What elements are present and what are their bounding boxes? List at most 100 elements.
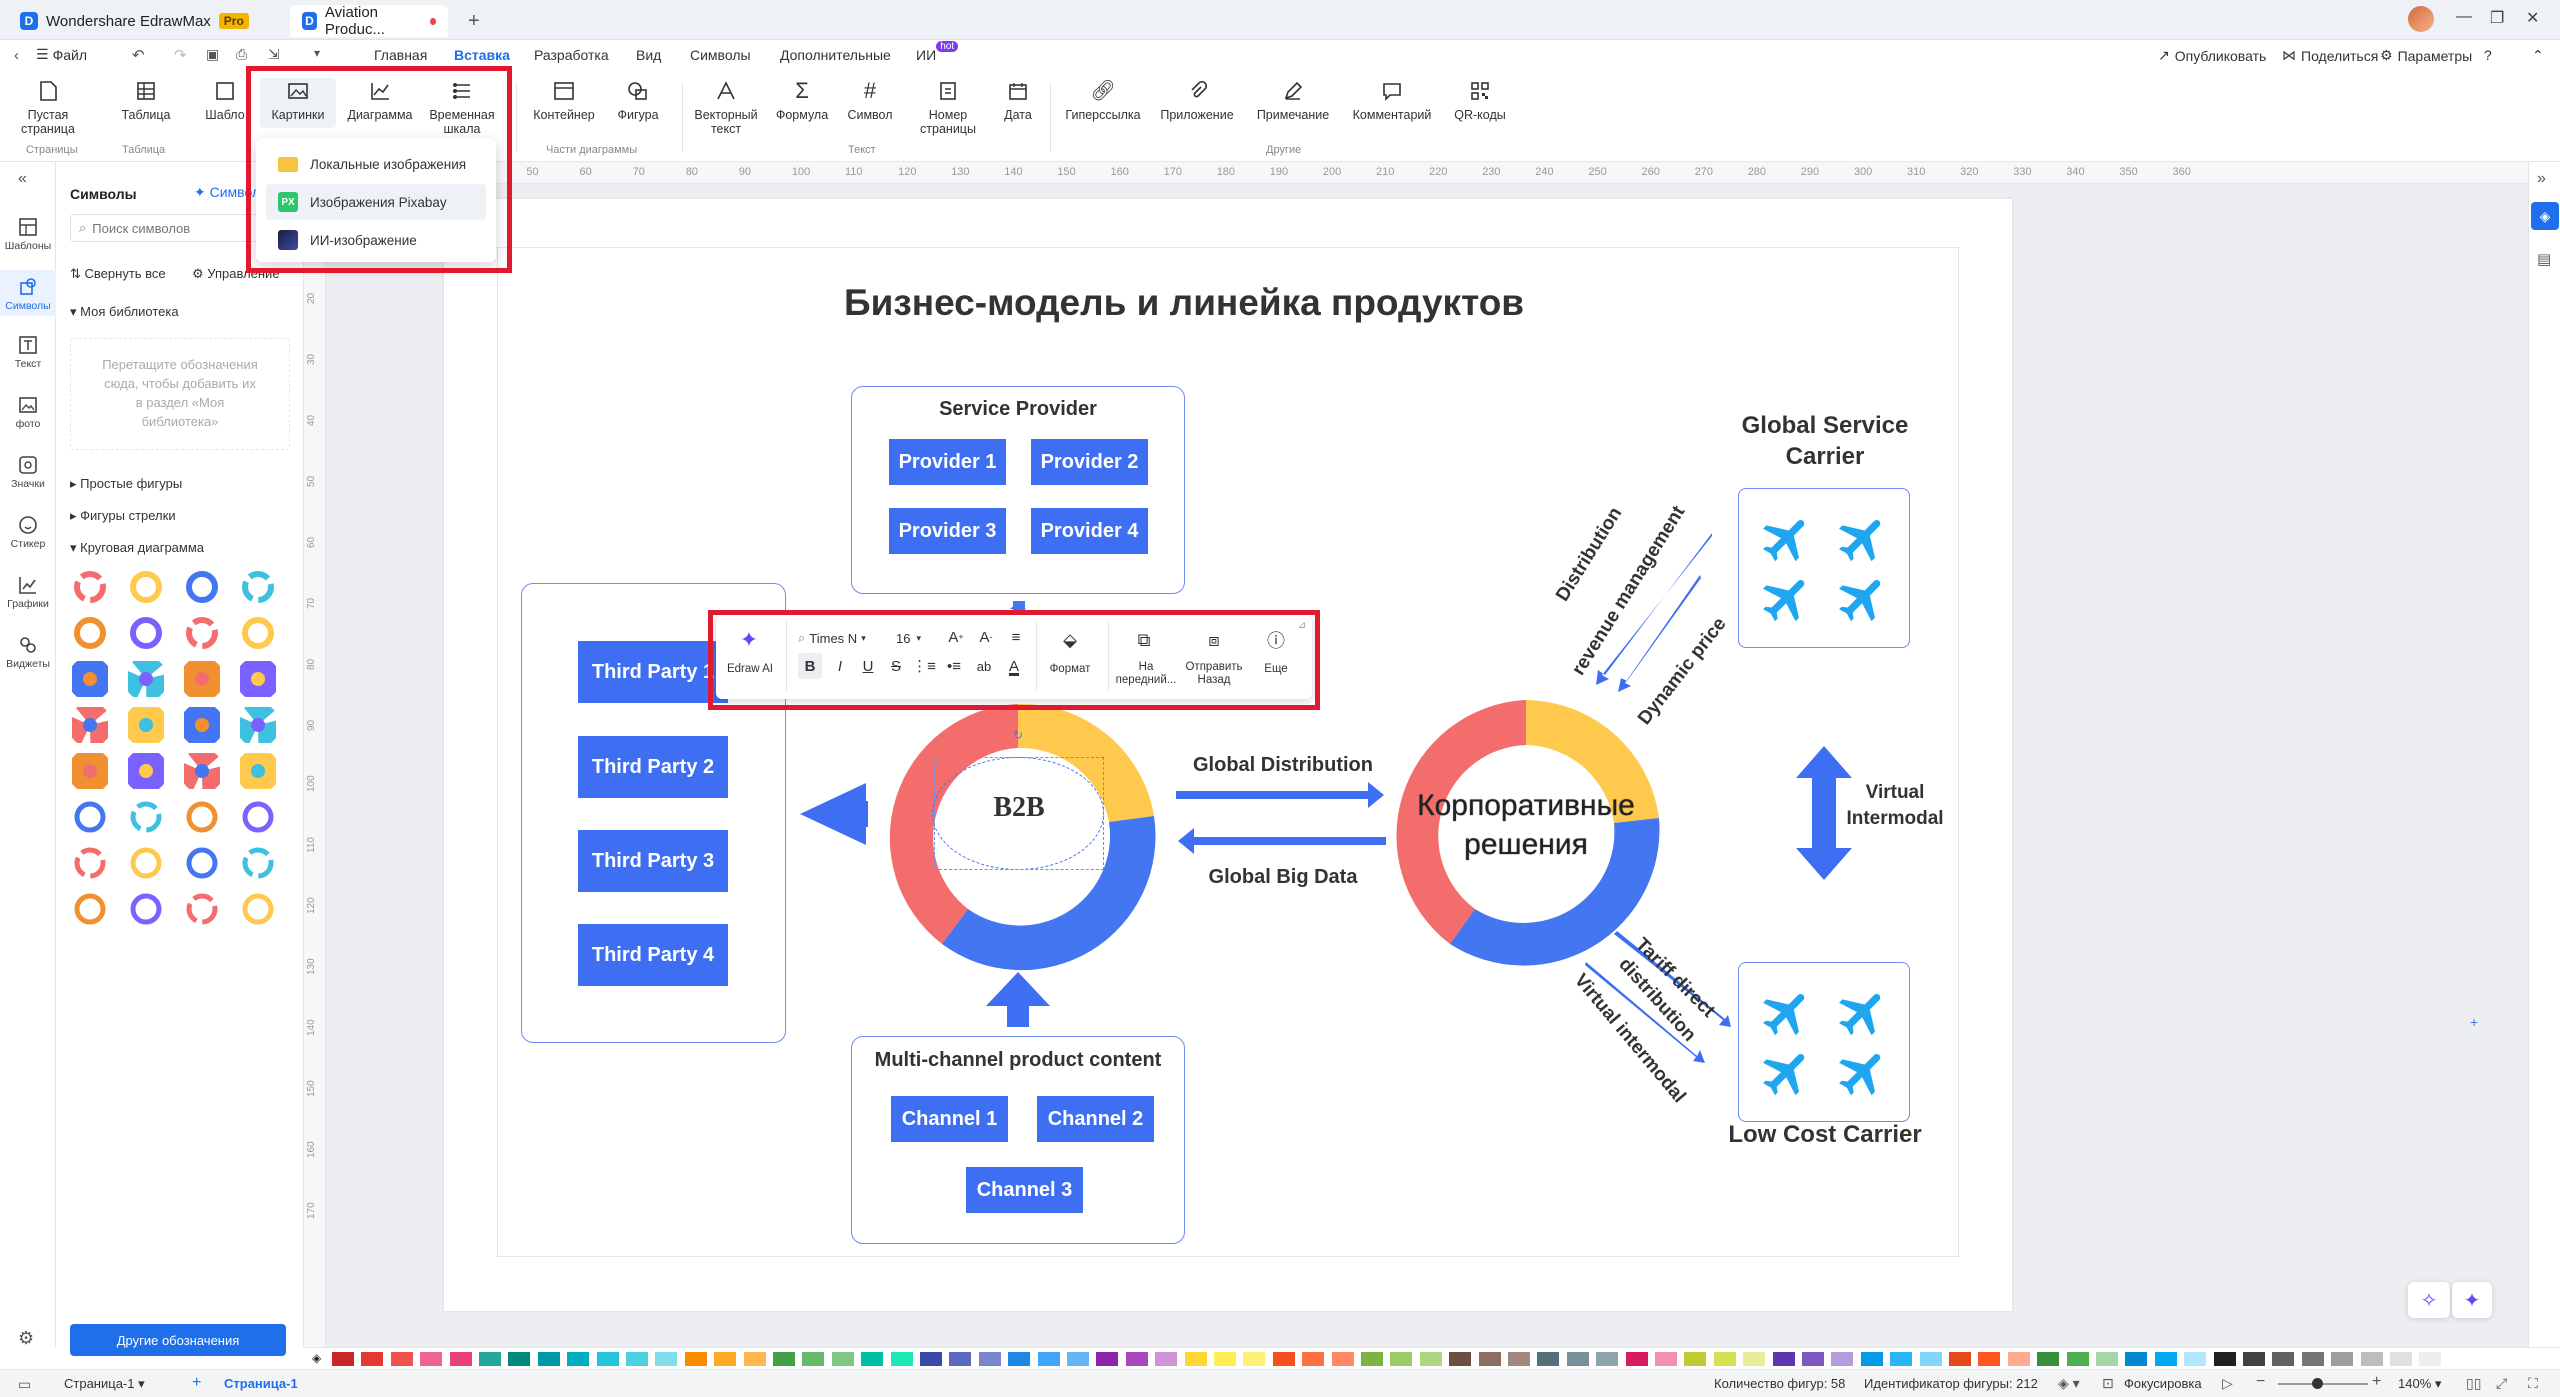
airplane-icon[interactable] [1758,570,1816,633]
color-swatch[interactable] [1596,1352,1619,1366]
color-swatch[interactable] [596,1352,619,1366]
color-swatch[interactable] [861,1352,884,1366]
ai-assist-icon[interactable]: ✧ [2408,1282,2450,1318]
color-swatch[interactable] [1537,1352,1560,1366]
color-swatch[interactable] [1655,1352,1677,1366]
color-swatch[interactable] [1155,1352,1178,1366]
zoom-level[interactable]: 140% ▾ [2398,1376,2441,1392]
color-swatch[interactable] [1831,1352,1854,1366]
color-swatch[interactable] [684,1352,707,1366]
color-swatch[interactable] [2331,1352,2354,1366]
color-swatch[interactable] [2184,1352,2207,1366]
color-swatch[interactable] [2243,1352,2265,1366]
ai-sparkle-icon[interactable]: ✦ [2452,1282,2492,1318]
page-select[interactable]: Страница-1 ▾ [64,1376,145,1392]
color-swatch[interactable] [1184,1352,1207,1366]
color-swatch[interactable] [1978,1352,2001,1366]
airplane-icon[interactable] [1834,1044,1892,1107]
color-swatch[interactable] [2125,1352,2148,1366]
color-swatch[interactable] [1508,1352,1530,1366]
color-swatch[interactable] [420,1352,443,1366]
airplane-icon[interactable] [1758,1044,1816,1107]
style-panel-icon[interactable]: ◈ [2531,202,2559,230]
zoom-out-icon[interactable]: − [2256,1373,2265,1391]
color-swatch[interactable] [2066,1352,2089,1366]
color-swatch[interactable] [1214,1352,1236,1366]
layers-icon[interactable]: ◈ ▾ [2058,1375,2080,1392]
color-swatch[interactable] [1684,1352,1707,1366]
color-swatch[interactable] [332,1352,354,1366]
color-swatch[interactable] [1361,1352,1383,1366]
low-cost-carrier-label[interactable]: Low Cost Carrier [1720,1119,1930,1150]
global-big-data-label[interactable]: Global Big Data [1176,866,1390,889]
color-swatch[interactable] [390,1352,413,1366]
page-tab-active[interactable]: Страница-1 [224,1376,298,1391]
color-swatch[interactable] [949,1352,972,1366]
color-swatch[interactable] [1302,1352,1325,1366]
color-swatch[interactable] [2390,1352,2412,1366]
color-swatch[interactable] [1772,1352,1795,1366]
zoom-slider-handle[interactable] [2312,1378,2323,1389]
color-swatch[interactable] [920,1352,942,1366]
color-swatch[interactable] [655,1352,678,1366]
color-swatch[interactable] [773,1352,795,1366]
expand-panel-icon[interactable]: » [2537,170,2546,188]
play-icon[interactable]: ▷ [2222,1375,2233,1392]
color-swatch[interactable] [479,1352,501,1366]
color-swatch[interactable] [1419,1352,1442,1366]
color-swatch[interactable] [1331,1352,1354,1366]
color-swatch[interactable] [1625,1352,1648,1366]
fullscreen-icon[interactable]: ⛶ [2528,1375,2538,1392]
color-swatch[interactable] [1919,1352,1942,1366]
global-service-carrier-label[interactable]: Global Service Carrier [1720,410,1930,472]
color-swatch[interactable] [1860,1352,1883,1366]
fit-page-icon[interactable]: ⤢ [2496,1375,2507,1392]
color-swatch[interactable] [2037,1352,2060,1366]
airplane-icon[interactable] [1758,984,1816,1047]
airplane-icon[interactable] [1834,510,1892,573]
color-swatch[interactable] [1713,1352,1736,1366]
color-swatch[interactable] [714,1352,737,1366]
color-swatch[interactable] [2272,1352,2295,1366]
virtual-intermodal-label[interactable]: Virtual Intermodal [1840,780,1950,832]
add-page-icon[interactable]: + [192,1374,201,1392]
zoom-slider[interactable] [2278,1383,2368,1385]
color-swatch[interactable] [361,1352,384,1366]
color-swatch[interactable] [567,1352,590,1366]
color-swatch[interactable] [1890,1352,1913,1366]
color-swatch[interactable] [2301,1352,2324,1366]
color-swatch[interactable] [1037,1352,1060,1366]
color-swatch[interactable] [508,1352,531,1366]
color-swatch[interactable] [1067,1352,1089,1366]
color-swatch[interactable] [1390,1352,1413,1366]
color-swatch[interactable] [1008,1352,1031,1366]
color-swatch[interactable] [1949,1352,1971,1366]
airplane-icon[interactable] [1758,510,1816,573]
fill-bucket-icon[interactable]: ◈ [312,1351,321,1365]
color-swatch[interactable] [1802,1352,1824,1366]
color-swatch[interactable] [1566,1352,1589,1366]
b2b-label[interactable]: B2B [936,792,1102,824]
color-swatch[interactable] [890,1352,913,1366]
book-view-icon[interactable]: ▯▯ [2466,1375,2481,1392]
color-swatch[interactable] [2007,1352,2030,1366]
color-swatch[interactable] [1478,1352,1501,1366]
color-swatch[interactable] [831,1352,854,1366]
color-swatch[interactable] [2154,1352,2177,1366]
color-swatch[interactable] [626,1352,648,1366]
panel-toggle-icon[interactable]: ▭ [18,1376,31,1393]
global-distribution-label[interactable]: Global Distribution [1176,754,1390,777]
color-swatch[interactable] [2419,1352,2442,1366]
color-swatch[interactable] [2360,1352,2383,1366]
color-swatch[interactable] [1096,1352,1119,1366]
rotate-handle-icon[interactable]: ↻ [1013,728,1023,742]
zoom-in-icon[interactable]: + [2372,1373,2381,1391]
color-swatch[interactable] [743,1352,766,1366]
color-swatch[interactable] [802,1352,825,1366]
color-swatch[interactable] [1743,1352,1766,1366]
page-settings-icon[interactable]: ▤ [2537,250,2551,268]
color-swatch[interactable] [537,1352,560,1366]
corporate-label[interactable]: Корпоративные решения [1386,786,1666,864]
airplane-icon[interactable] [1834,570,1892,633]
focus-icon[interactable]: ⊡ [2102,1375,2114,1392]
